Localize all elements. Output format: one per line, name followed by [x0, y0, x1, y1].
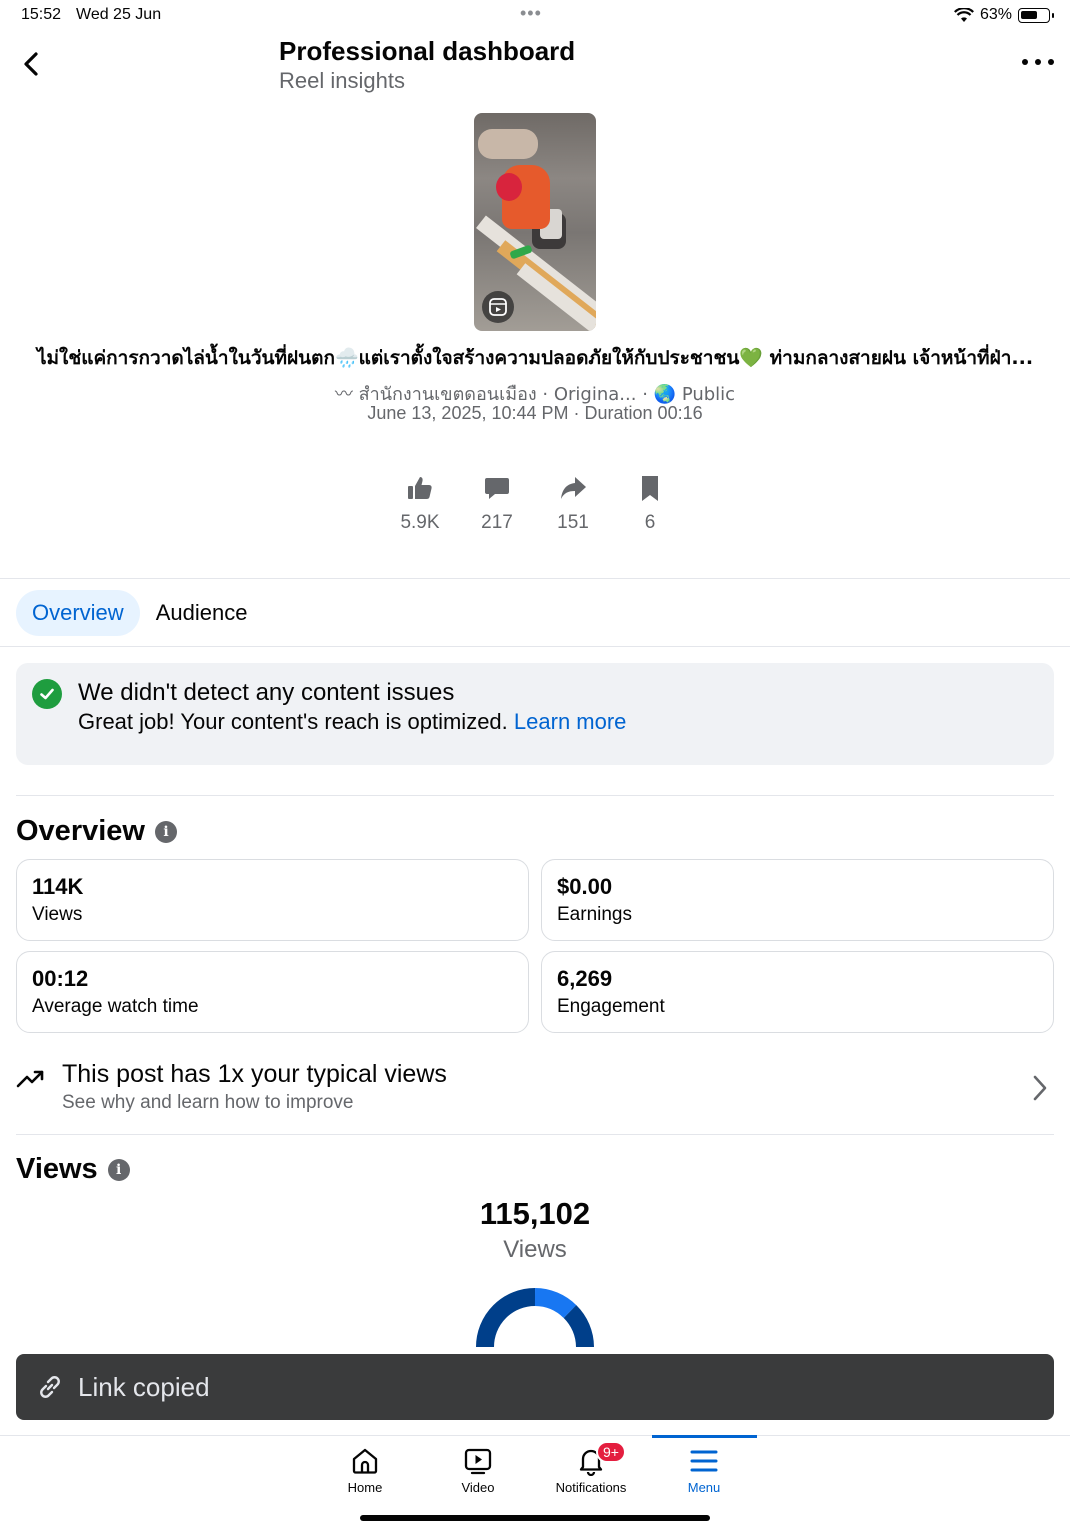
tab-audience[interactable]: Audience [140, 590, 264, 636]
saves-count: 6 [644, 512, 656, 533]
tab-menu-label: Menu [687, 1480, 721, 1495]
metric-value: $0.00 [557, 874, 613, 899]
audio-source[interactable]: สำนักงานเขตดอนเมือง · Origina... [359, 384, 637, 405]
metric-value: 00:12 [32, 966, 89, 991]
typical-views-title: This post has 1x your typical views [62, 1060, 447, 1088]
like-icon [408, 477, 432, 499]
status-date: Wed 25 Jun [76, 6, 162, 23]
tab-notifications[interactable]: Notifications [536, 1436, 646, 1495]
issues-title: We didn't detect any content issues [78, 679, 455, 706]
reel-thumbnail[interactable] [474, 113, 596, 331]
multitask-dots-icon[interactable]: ••• [520, 3, 542, 24]
back-arrow-icon[interactable] [18, 50, 46, 78]
overview-heading: Overview i [16, 815, 177, 848]
metric-label: Earnings [557, 904, 632, 925]
status-time: 15:52 [21, 6, 62, 23]
content-issues-card: We didn't detect any content issues Grea… [16, 663, 1054, 765]
donut-segment-light [534, 1288, 577, 1319]
comment-icon [485, 478, 509, 499]
battery-icon [1018, 7, 1054, 23]
divider [16, 795, 1054, 796]
post-date-duration: June 13, 2025, 10:44 PM · Duration 00:16 [367, 403, 703, 423]
menu-icon [690, 1450, 718, 1472]
status-bar: 15:52 Wed 25 Jun ••• 63% [0, 0, 1070, 30]
likes-count: 5.9K [400, 512, 440, 533]
metric-watch-time[interactable]: 00:12 Average watch time [16, 951, 529, 1033]
share-icon [561, 477, 586, 499]
divider [0, 578, 1070, 579]
home-icon [352, 1448, 378, 1474]
page-title: Professional dashboard [279, 36, 576, 66]
info-icon[interactable]: i [107, 1158, 130, 1181]
donut-segment-dark [563, 1305, 594, 1348]
check-circle-icon [32, 679, 62, 709]
issues-text: Great job! Your content's reach is optim… [78, 709, 626, 735]
bookmark-icon [642, 476, 658, 501]
saves-stat: 6 [610, 474, 690, 534]
chevron-right-icon [1033, 1075, 1047, 1101]
issues-message: Great job! Your content's reach is optim… [78, 709, 508, 734]
page-subtitle: Reel insights [279, 68, 405, 93]
more-options-icon[interactable] [1022, 52, 1054, 72]
link-icon [40, 1376, 60, 1398]
metric-label: Average watch time [32, 996, 199, 1017]
status-indicators: 63% [953, 6, 1054, 24]
reels-icon [482, 291, 514, 323]
info-icon[interactable]: i [154, 820, 177, 843]
globe-icon: 🌏 [653, 384, 677, 405]
comments-stat: 217 [457, 474, 537, 534]
views-total-label: Views [503, 1236, 567, 1263]
header: Professional dashboard Reel insights [0, 30, 1070, 106]
views-donut-chart [476, 1288, 594, 1348]
insight-tabs: Overview Audience [16, 590, 263, 636]
toast-text: Link copied [78, 1372, 210, 1402]
donut-segment-dark [476, 1288, 536, 1348]
divider [0, 646, 1070, 647]
metric-label: Engagement [557, 996, 665, 1017]
metric-label: Views [32, 904, 83, 925]
metric-value: 114K [32, 874, 84, 899]
video-icon [464, 1448, 492, 1475]
metric-views[interactable]: 114K Views [16, 859, 529, 941]
shares-count: 151 [557, 512, 589, 533]
typical-views-row[interactable]: This post has 1x your typical views See … [16, 1060, 1054, 1120]
trending-up-icon [16, 1070, 44, 1088]
tab-video-label: Video [461, 1480, 495, 1495]
shares-stat: 151 [533, 474, 613, 534]
post-caption: ไม่ใช่แค่การกวาดไล่น้ำในวันที่ฝนตก🌧️แต่เ… [36, 347, 1034, 369]
likes-stat: 5.9K [380, 474, 460, 534]
tab-video[interactable]: Video [423, 1436, 533, 1495]
learn-more-link[interactable]: Learn more [514, 709, 627, 734]
wifi-icon [953, 7, 974, 22]
tab-overview[interactable]: Overview [16, 590, 140, 636]
reaction-stats: 5.9K 217 151 6 [380, 474, 690, 544]
audio-icon: 〰 [334, 384, 353, 405]
home-indicator[interactable] [360, 1515, 710, 1521]
views-title: Views [16, 1153, 98, 1185]
tab-home-label: Home [347, 1480, 383, 1495]
views-total: 115,102 [479, 1196, 591, 1231]
visibility: Public [681, 384, 736, 405]
tab-home[interactable]: Home [310, 1436, 420, 1495]
comments-count: 217 [481, 512, 513, 533]
link-copied-toast: Link copied [16, 1354, 1054, 1420]
views-heading: Views i [16, 1153, 130, 1186]
typical-views-subtitle: See why and learn how to improve [62, 1092, 354, 1113]
metric-earnings[interactable]: $0.00 Earnings [541, 859, 1054, 941]
notification-badge: 9+ [596, 1441, 626, 1463]
divider [16, 1134, 1054, 1135]
battery-percent: 63% [979, 6, 1012, 23]
metric-engagement[interactable]: 6,269 Engagement [541, 951, 1054, 1033]
overview-title: Overview [16, 815, 145, 847]
tab-notifications-label: Notifications [555, 1480, 627, 1495]
metric-value: 6,269 [557, 966, 613, 991]
tab-menu[interactable]: Menu [649, 1436, 759, 1495]
